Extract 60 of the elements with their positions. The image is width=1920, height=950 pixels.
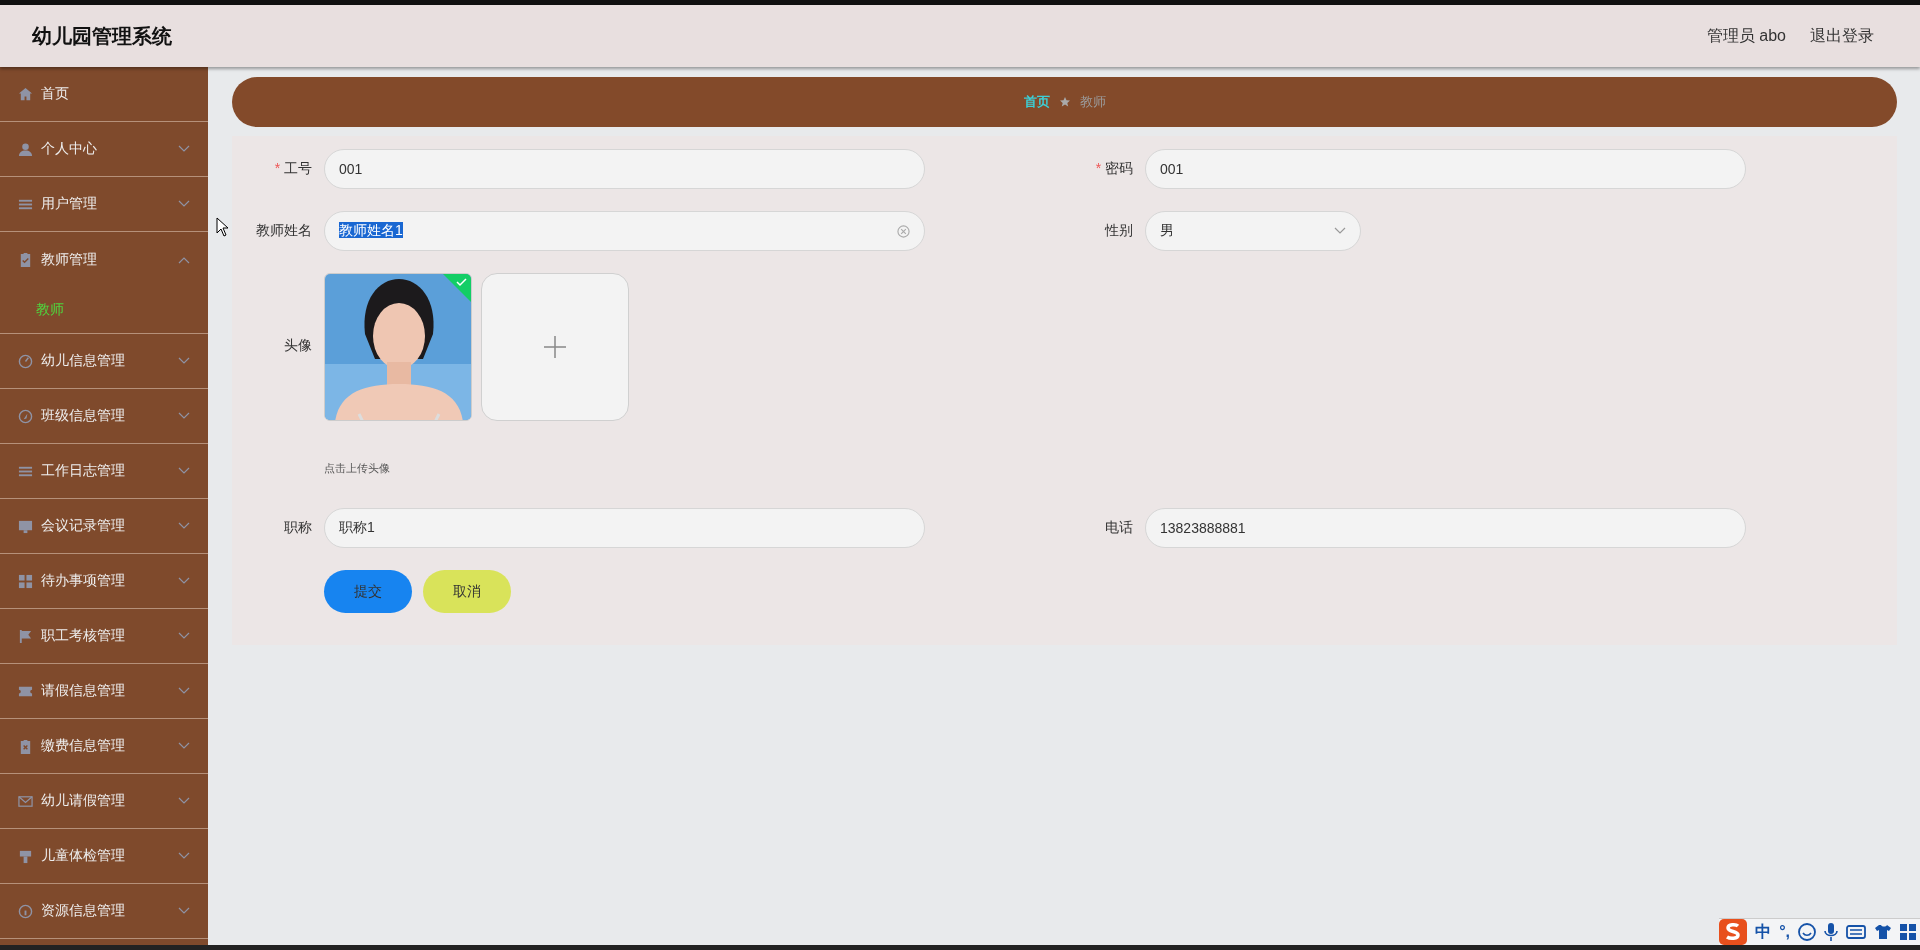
submit-button[interactable]: 提交 [324, 570, 412, 613]
ime-logo-icon[interactable] [1719, 919, 1748, 945]
user-icon [18, 141, 33, 157]
select-field[interactable]: 男 [1145, 211, 1361, 251]
stamp-icon [18, 848, 33, 864]
field-label: * 密码 [1094, 160, 1134, 178]
gauge-icon [18, 353, 33, 369]
cancel-button[interactable]: 取消 [423, 570, 511, 613]
compass-icon [18, 408, 33, 424]
plus-icon [544, 336, 566, 358]
menu-item[interactable]: 班级信息管理 [0, 389, 208, 444]
grid-icon[interactable] [1900, 924, 1916, 940]
menu-item[interactable]: 工作日志管理 [0, 444, 208, 499]
field-label: * 工号 [273, 160, 313, 178]
shirt-icon[interactable] [1874, 924, 1892, 940]
field-label: 头像 [283, 337, 313, 355]
info-icon [18, 903, 33, 919]
field-label: 教师姓名 [255, 222, 313, 240]
upload-hint: 点击上传头像 [324, 461, 391, 476]
field-label: 性别 [1103, 222, 1134, 240]
field-label: 电话 [1104, 519, 1134, 537]
input-field[interactable]: 职称1 [324, 508, 925, 548]
menu-item[interactable]: 个人中心 [0, 122, 208, 177]
breadcrumb-link[interactable]: 首页 [1023, 93, 1050, 111]
menu-item[interactable]: 会议记录管理 [0, 499, 208, 554]
menu-item[interactable]: 幼儿请假管理 [0, 774, 208, 829]
punctuation-mode[interactable]: °, [1779, 923, 1790, 941]
menu-item[interactable]: 首页 [0, 67, 208, 122]
star-icon [1059, 97, 1070, 107]
menu-item[interactable]: 幼儿信息管理 [0, 334, 208, 389]
app-title: 幼儿园管理系统 [32, 23, 173, 49]
user-name: 管理员 abo [1706, 25, 1786, 46]
menu-item[interactable]: 教师管理 [0, 232, 208, 287]
monitor-icon [18, 518, 33, 534]
grid-icon [18, 573, 33, 589]
smiley-icon[interactable] [1798, 923, 1816, 941]
cursor-icon [216, 217, 230, 237]
menu-item[interactable]: 用户管理 [0, 177, 208, 232]
input-field[interactable]: 教师姓名1 [324, 211, 925, 251]
flag-icon [18, 628, 33, 644]
chevron-icon [1334, 227, 1346, 235]
home-icon [18, 86, 33, 102]
input-mode[interactable]: 中 [1755, 921, 1772, 943]
submenu-item[interactable]: 教师 [36, 301, 64, 319]
clipboard-icon [18, 252, 33, 267]
menu-item[interactable]: 职工考核管理 [0, 609, 208, 664]
input-field[interactable]: 001 [1145, 149, 1746, 189]
logout-link[interactable]: 退出登录 [1810, 25, 1874, 47]
keyboard-icon[interactable] [1846, 924, 1866, 940]
menu-item[interactable]: 请假信息管理 [0, 664, 208, 719]
menu-item[interactable]: 待办事项管理 [0, 554, 208, 609]
input-field[interactable]: 001 [324, 149, 925, 189]
mail-icon [18, 793, 33, 809]
microphone-icon[interactable] [1824, 923, 1838, 941]
menu-item[interactable]: 资源信息管理 [0, 884, 208, 939]
clipboard-icon [18, 738, 33, 754]
menu-item[interactable]: 儿童体检管理 [0, 829, 208, 884]
input-field[interactable]: 13823888881 [1145, 508, 1746, 548]
menu-item[interactable]: 缴费信息管理 [0, 719, 208, 774]
field-label: 职称 [283, 519, 313, 537]
